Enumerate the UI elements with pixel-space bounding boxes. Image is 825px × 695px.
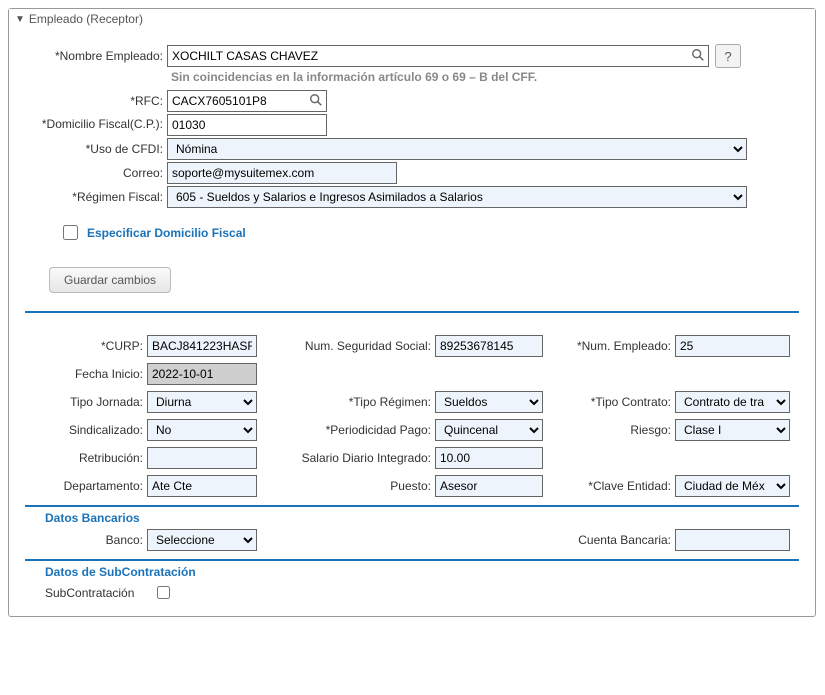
retribucion-label: Retribución: — [25, 451, 147, 465]
save-button[interactable]: Guardar cambios — [49, 267, 171, 293]
subcon-label: SubContratación — [45, 586, 147, 600]
tipojornada-label: Tipo Jornada: — [25, 395, 147, 409]
riesgo-label: Riesgo: — [555, 423, 675, 437]
correo-label: Correo: — [25, 166, 167, 180]
retribucion-input[interactable] — [147, 447, 257, 469]
detail-grid: *CURP: Num. Seguridad Social: *Num. Empl… — [25, 335, 799, 507]
nss-label: Num. Seguridad Social: — [275, 339, 435, 353]
depto-label: Departamento: — [25, 479, 147, 493]
fechaini-label: Fecha Inicio: — [25, 367, 147, 381]
subcon-row: SubContratación — [45, 583, 799, 602]
rfc-input[interactable] — [167, 90, 327, 112]
domicilio-checkbox-label: Especificar Domicilio Fiscal — [87, 226, 246, 240]
puesto-label: Puesto: — [275, 479, 435, 493]
name-note: Sin coincidencias en la información artí… — [171, 70, 799, 84]
depto-input[interactable] — [147, 475, 257, 497]
panel-body: *Nombre Empleado: ? Sin coincidencias en… — [9, 30, 815, 616]
curp-input[interactable] — [147, 335, 257, 357]
tipocontrato-select[interactable]: Contrato de tra — [675, 391, 790, 413]
usocfdi-select[interactable]: Nómina — [167, 138, 747, 160]
sdi-label: Salario Diario Integrado: — [275, 451, 435, 465]
tipocontrato-label: *Tipo Contrato: — [555, 395, 675, 409]
collapse-icon: ▼ — [15, 14, 25, 25]
correo-input[interactable] — [167, 162, 397, 184]
cuenta-input[interactable] — [675, 529, 790, 551]
subcon-section-title: Datos de SubContratación — [45, 565, 799, 579]
numemp-label: *Num. Empleado: — [555, 339, 675, 353]
bank-row: Banco: Seleccione Cuenta Bancaria: — [25, 529, 799, 561]
main-info-section: *Nombre Empleado: ? Sin coincidencias en… — [25, 44, 799, 313]
regimen-select[interactable]: 605 - Sueldos y Salarios e Ingresos Asim… — [167, 186, 747, 208]
cuenta-label: Cuenta Bancaria: — [555, 533, 675, 547]
bank-section-title: Datos Bancarios — [45, 511, 799, 525]
riesgo-select[interactable]: Clase I — [675, 419, 790, 441]
fechaini-input[interactable] — [147, 363, 257, 385]
periodicidad-label: *Periodicidad Pago: — [275, 423, 435, 437]
regimen-label: *Régimen Fiscal: — [25, 190, 167, 204]
numemp-input[interactable] — [675, 335, 790, 357]
tipojornada-select[interactable]: Diurna — [147, 391, 257, 413]
domicilio-checkbox[interactable] — [63, 225, 78, 240]
sdi-input[interactable] — [435, 447, 543, 469]
tiporegimen-select[interactable]: Sueldos — [435, 391, 543, 413]
rfc-wrap — [167, 90, 327, 112]
entidad-select[interactable]: Ciudad de Méx — [675, 475, 790, 497]
panel-title: Empleado (Receptor) — [29, 12, 143, 26]
nss-input[interactable] — [435, 335, 543, 357]
subcon-checkbox[interactable] — [157, 586, 170, 599]
employee-name-wrap — [167, 45, 709, 67]
rfc-label: *RFC: — [25, 94, 167, 108]
banco-label: Banco: — [25, 533, 147, 547]
employee-panel: ▼ Empleado (Receptor) *Nombre Empleado: … — [8, 8, 816, 617]
domicilio-checkbox-row: Especificar Domicilio Fiscal — [59, 222, 799, 243]
employee-name-label: *Nombre Empleado: — [25, 49, 167, 63]
cp-input[interactable] — [167, 114, 327, 136]
cp-label: *Domicilio Fiscal(C.P.): — [25, 118, 167, 131]
puesto-input[interactable] — [435, 475, 543, 497]
periodicidad-select[interactable]: Quincenal — [435, 419, 543, 441]
sindical-label: Sindicalizado: — [25, 423, 147, 437]
tiporegimen-label: *Tipo Régimen: — [275, 395, 435, 409]
sindical-select[interactable]: No — [147, 419, 257, 441]
banco-select[interactable]: Seleccione — [147, 529, 257, 551]
panel-header[interactable]: ▼ Empleado (Receptor) — [9, 9, 815, 30]
curp-label: *CURP: — [25, 339, 147, 353]
entidad-label: *Clave Entidad: — [555, 479, 675, 493]
usocfdi-label: *Uso de CFDI: — [25, 142, 167, 156]
employee-name-help-button[interactable]: ? — [715, 44, 741, 68]
employee-name-input[interactable] — [167, 45, 709, 67]
